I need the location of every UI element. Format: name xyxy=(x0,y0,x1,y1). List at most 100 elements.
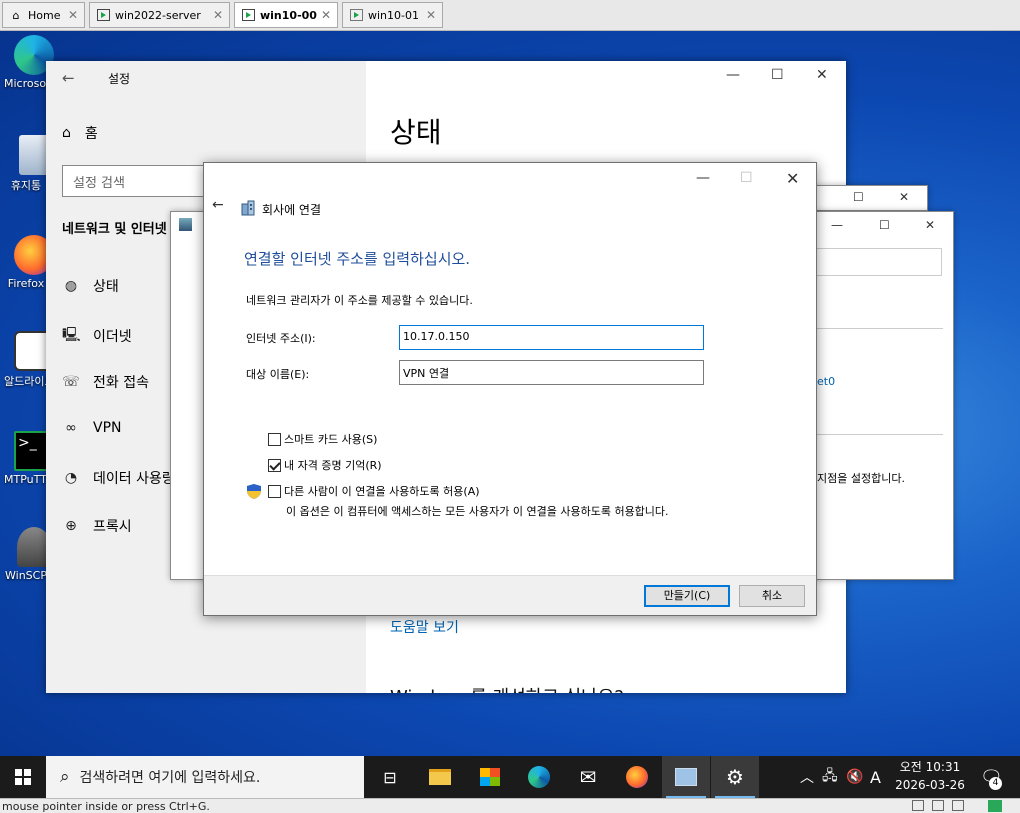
ime-label: A xyxy=(870,767,881,787)
network-tray-button[interactable]: 🖧 xyxy=(822,756,838,798)
chevron-up-icon: ︿ xyxy=(800,770,814,786)
sidebar-item-proxy[interactable]: ⊕ 프록시 xyxy=(62,516,132,536)
address-bar[interactable] xyxy=(809,248,942,276)
allow-others-checkbox[interactable] xyxy=(268,484,281,498)
ethernet-icon: 🖳 xyxy=(62,327,81,343)
vmware-tab-bar: ⌂ Home ✕ win2022-server ✕ win10-00 ✕ win… xyxy=(0,0,1020,31)
proxy-globe-icon: ⊕ xyxy=(65,518,77,534)
tab-home[interactable]: ⌂ Home ✕ xyxy=(2,2,85,28)
status-text: mouse pointer inside or press Ctrl+G. xyxy=(2,800,210,813)
dialup-icon: ☏ xyxy=(62,374,80,390)
start-button[interactable] xyxy=(0,756,46,798)
minimize-icon[interactable]: — xyxy=(696,170,710,186)
hdd-icon[interactable] xyxy=(912,800,924,811)
task-view-button[interactable]: ⊟ xyxy=(366,756,414,798)
maximize-icon[interactable]: ☐ xyxy=(853,190,864,204)
usb-icon[interactable] xyxy=(952,800,964,811)
sidebar-item-data-usage[interactable]: ◔ 데이터 사용량 xyxy=(62,468,175,488)
network-link[interactable]: et0 xyxy=(817,375,835,388)
desktop-icon-label: MTPuTTY xyxy=(4,473,48,486)
help-link[interactable]: 도움말 보기 xyxy=(390,617,459,637)
back-arrow-icon[interactable]: ← xyxy=(212,197,224,213)
close-icon[interactable]: ✕ xyxy=(925,218,935,232)
clock[interactable]: 오전 10:31 2026-03-26 xyxy=(890,758,970,794)
desktop-icon-label: WinSCP xyxy=(5,569,47,582)
destination-name-input[interactable]: VPN 연결 xyxy=(399,360,704,385)
background-window-top: ☐ ✕ xyxy=(808,185,928,211)
tab-win2022-server[interactable]: win2022-server ✕ xyxy=(89,2,230,28)
sidebar-item-status[interactable]: ◍ 상태 xyxy=(62,276,119,296)
gear-icon: ⚙ xyxy=(726,765,744,789)
back-arrow-icon[interactable]: ← xyxy=(62,69,75,87)
smartcard-checkbox[interactable] xyxy=(268,432,281,446)
store-button[interactable] xyxy=(466,756,514,798)
globe-icon: ◍ xyxy=(64,278,78,294)
maximize-icon[interactable]: ☐ xyxy=(771,67,784,83)
desktop-icon-label: 알드라이브 xyxy=(4,375,48,388)
smartcard-checkbox-row[interactable]: 스마트 카드 사용(S) xyxy=(268,431,377,447)
volume-muted-icon: 🔇 xyxy=(846,769,864,785)
settings-title: 설정 xyxy=(108,72,131,86)
cancel-button[interactable]: 취소 xyxy=(739,585,805,607)
network-tray-icon: 🖧 xyxy=(822,768,838,784)
network-icon xyxy=(179,218,192,231)
sidebar-item-label: 이더넷 xyxy=(93,329,132,345)
file-explorer-button[interactable] xyxy=(416,756,464,798)
mail-button[interactable]: ✉ xyxy=(564,756,612,798)
sidebar-item-label: 홈 xyxy=(84,126,98,142)
vm-icon xyxy=(96,8,110,22)
sidebar-item-label: 데이터 사용량 xyxy=(93,471,175,487)
settings-button[interactable]: ⚙ xyxy=(711,756,759,798)
mail-icon: ✉ xyxy=(579,765,597,789)
close-icon[interactable]: ✕ xyxy=(899,190,909,204)
remember-credentials-checkbox[interactable] xyxy=(268,458,281,472)
tab-win10-01[interactable]: win10-01 ✕ xyxy=(342,2,443,28)
internet-address-input[interactable]: 10.17.0.150 xyxy=(399,325,704,350)
allow-others-note: 이 옵션은 이 컴퓨터에 액세스하는 모든 사용자가 이 연결을 사용하도록 허… xyxy=(286,505,669,518)
tab-win10-00[interactable]: win10-00 ✕ xyxy=(234,2,338,28)
sidebar-item-ethernet[interactable]: 🖳 이더넷 xyxy=(62,324,132,348)
close-icon[interactable]: ✕ xyxy=(321,8,331,22)
notification-center-button[interactable]: 🗨 4 xyxy=(980,756,1003,798)
vm-icon xyxy=(241,8,255,22)
edge-button[interactable] xyxy=(515,756,563,798)
close-icon[interactable]: ✕ xyxy=(816,67,828,83)
setup-text: 지점을 설정합니다. xyxy=(817,472,905,485)
close-icon[interactable]: ✕ xyxy=(213,8,223,22)
dialog-description: 네트워크 관리자가 이 주소를 제공할 수 있습니다. xyxy=(246,294,473,307)
taskbar-search-box[interactable]: ⌕ 검색하려면 여기에 입력하세요. xyxy=(46,756,364,798)
sidebar-item-dialup[interactable]: ☏ 전화 접속 xyxy=(62,372,149,392)
close-icon[interactable]: ✕ xyxy=(68,8,78,22)
checkbox-label: 다른 사람이 이 연결을 사용하도록 허용(A) xyxy=(284,485,480,498)
allow-others-checkbox-row[interactable]: 다른 사람이 이 연결을 사용하도록 허용(A) xyxy=(268,483,480,499)
ime-indicator[interactable]: A xyxy=(870,756,881,798)
sidebar-item-home[interactable]: ⌂ 홈 xyxy=(62,123,98,143)
recycle-bin-icon xyxy=(19,135,49,175)
sidebar-item-vpn[interactable]: ∞ VPN xyxy=(62,420,121,436)
show-hidden-icons[interactable]: ︿ xyxy=(800,756,814,798)
vpn-icon: ∞ xyxy=(65,420,77,436)
network-connections-button[interactable] xyxy=(662,756,710,798)
maximize-icon[interactable]: ☐ xyxy=(879,218,890,232)
taskbar: ⌕ 검색하려면 여기에 입력하세요. ⊟ ✉ ⚙ ︿ 🖧 🔇 A 오전 10:3… xyxy=(0,756,1020,798)
close-icon[interactable]: ✕ xyxy=(786,169,799,188)
minimize-icon[interactable]: — xyxy=(726,67,740,83)
vm-icon xyxy=(349,8,363,22)
divider xyxy=(809,328,943,329)
close-icon[interactable]: ✕ xyxy=(426,8,436,22)
desktop-icon-label: 휴지통 xyxy=(10,179,42,192)
clock-date: 2026-03-26 xyxy=(895,778,965,792)
volume-button[interactable]: 🔇 xyxy=(846,756,863,798)
search-placeholder: 검색하려면 여기에 입력하세요. xyxy=(79,770,261,786)
edge-icon xyxy=(528,766,550,788)
firefox-button[interactable] xyxy=(613,756,661,798)
create-button[interactable]: 만들기(C) xyxy=(644,585,730,607)
dialog-heading: 연결할 인터넷 주소를 입력하십시오. xyxy=(244,250,471,268)
minimize-icon[interactable]: — xyxy=(831,218,843,232)
store-icon xyxy=(480,768,500,786)
dialog-footer: 만들기(C) 취소 xyxy=(204,575,816,615)
network-adapter-icon[interactable] xyxy=(932,800,944,811)
settings-section-title: 네트워크 및 인터넷 xyxy=(62,222,167,237)
remember-credentials-checkbox-row[interactable]: 내 자격 증명 기억(R) xyxy=(268,457,382,473)
data-usage-icon: ◔ xyxy=(64,470,78,486)
